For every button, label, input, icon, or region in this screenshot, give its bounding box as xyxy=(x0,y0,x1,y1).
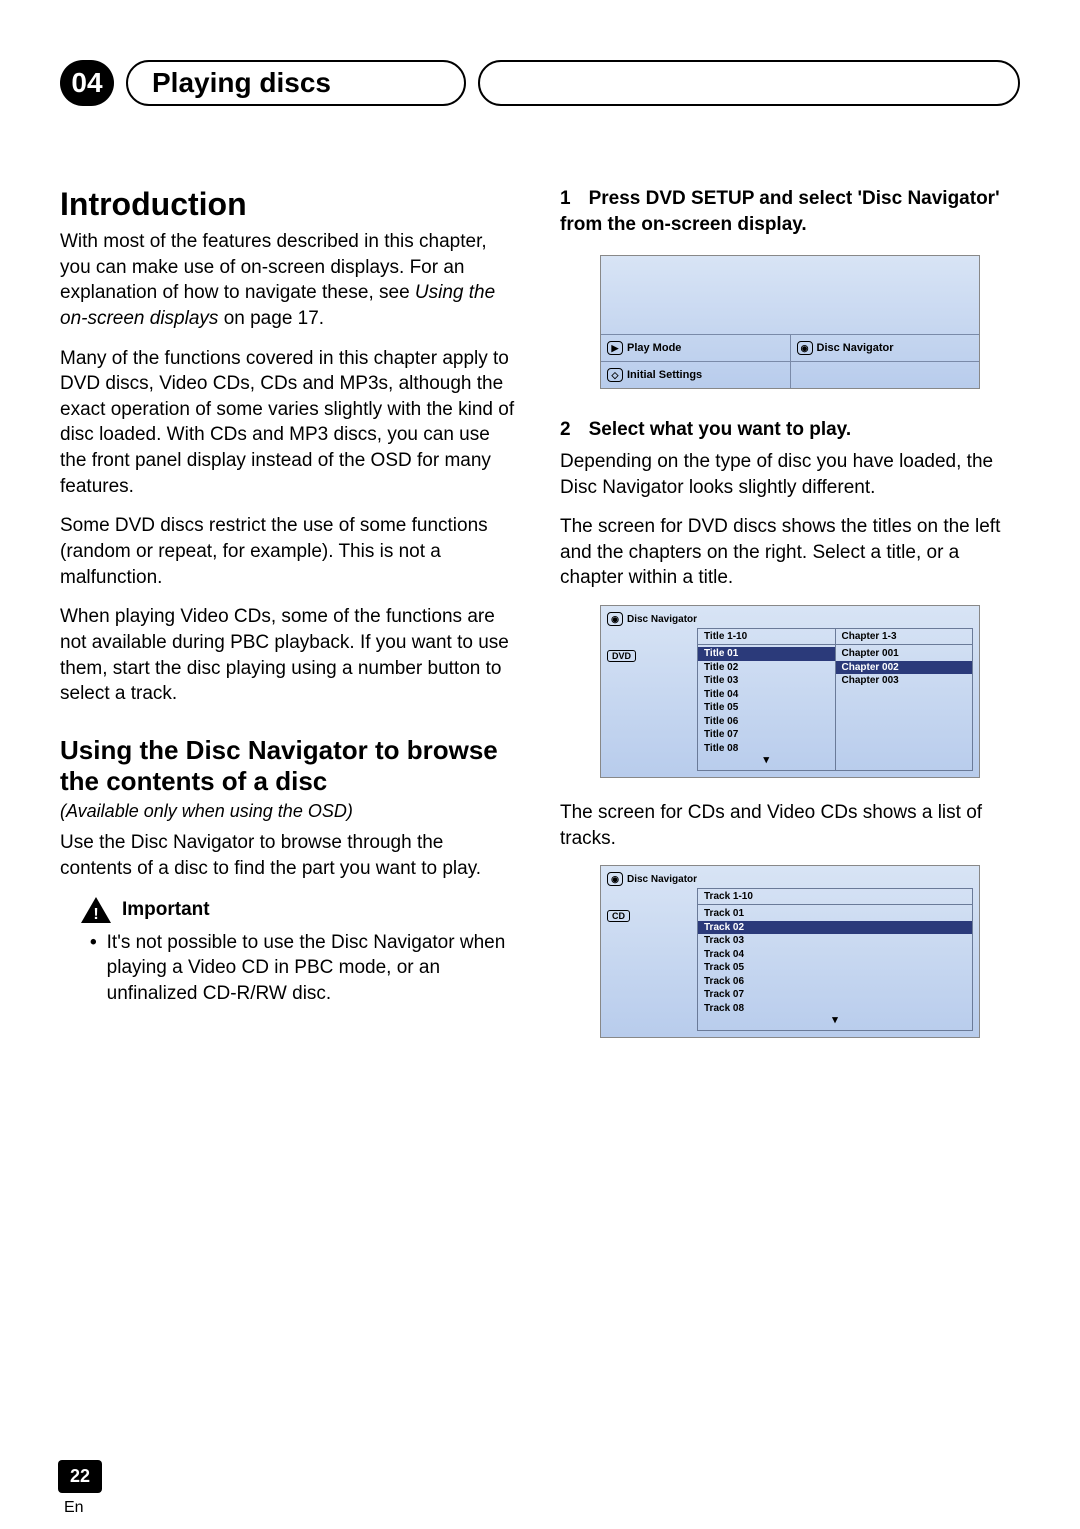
track-item: Track 04 xyxy=(698,948,972,962)
osd-cd-navigator: ◉ Disc Navigator CD Track 1-10 Track 01 T… xyxy=(600,865,980,1038)
osd-disc-nav-label: Disc Navigator xyxy=(817,342,894,354)
osd-play-mode-label: Play Mode xyxy=(627,342,681,354)
step-2-text: Select what you want to play. xyxy=(589,419,852,440)
title-list: Title 01 Title 02 Title 03 Title 04 Titl… xyxy=(698,645,835,770)
title-item: Title 03 xyxy=(698,674,835,688)
title-col-head: Title 1-10 xyxy=(698,629,835,645)
track-item: Track 07 xyxy=(698,988,972,1002)
page-header: 04 Playing discs xyxy=(60,60,1020,106)
chapter-item: Chapter 002 xyxy=(836,661,973,675)
step-1-heading: 1Press DVD SETUP and select 'Disc Naviga… xyxy=(560,186,1020,237)
step-2-p2: The screen for DVD discs shows the title… xyxy=(560,514,1020,591)
title-item: Title 04 xyxy=(698,688,835,702)
osd-empty-cell xyxy=(791,362,980,388)
track-item: Track 02 xyxy=(698,921,972,935)
page-language: En xyxy=(64,1499,84,1517)
title-item: Title 05 xyxy=(698,701,835,715)
step-2-p3: The screen for CDs and Video CDs shows a… xyxy=(560,800,1020,851)
track-col-head: Track 1-10 xyxy=(698,889,972,905)
intro-p3: Some DVD discs restrict the use of some … xyxy=(60,513,520,590)
chapter-list: Chapter 001 Chapter 002 Chapter 003 xyxy=(836,645,973,690)
osd-cd-title: Disc Navigator xyxy=(627,874,697,885)
chapter-number-badge: 04 xyxy=(60,60,114,106)
track-list: Track 01 Track 02 Track 03 Track 04 Trac… xyxy=(698,905,972,1030)
dvd-badge: DVD xyxy=(607,650,636,662)
cd-badge: CD xyxy=(607,910,630,922)
osd-initial-label: Initial Settings xyxy=(627,369,702,381)
osd-initial-settings: ◇ Initial Settings xyxy=(601,362,791,388)
header-spacer xyxy=(478,60,1020,106)
osd-setup-menu: ▶ Play Mode ◉ Disc Navigator ◇ Initial Sett… xyxy=(600,255,980,389)
intro-p4: When playing Video CDs, some of the func… xyxy=(60,604,520,707)
osd-only-note: (Available only when using the OSD) xyxy=(60,801,520,822)
down-arrow-icon: ▾ xyxy=(698,1015,972,1028)
down-arrow-icon: ▾ xyxy=(698,755,835,768)
disc-nav-icon: ◉ xyxy=(607,872,623,886)
chapter-col-head: Chapter 1-3 xyxy=(836,629,973,645)
osd-play-mode: ▶ Play Mode xyxy=(601,335,791,361)
intro-p2: Many of the functions covered in this ch… xyxy=(60,346,520,500)
play-mode-icon: ▶ xyxy=(607,341,623,355)
important-bullet-text: It's not possible to use the Disc Naviga… xyxy=(107,930,520,1007)
osd-disc-navigator: ◉ Disc Navigator xyxy=(791,335,980,361)
right-column: 1Press DVD SETUP and select 'Disc Naviga… xyxy=(560,186,1020,1060)
step-2-p1: Depending on the type of disc you have l… xyxy=(560,449,1020,500)
track-item: Track 03 xyxy=(698,934,972,948)
track-item: Track 01 xyxy=(698,907,972,921)
title-item: Title 08 xyxy=(698,742,835,756)
track-item: Track 06 xyxy=(698,975,972,989)
chapter-title: Playing discs xyxy=(126,60,466,106)
step-1-text: Press DVD SETUP and select 'Disc Navigat… xyxy=(560,188,1000,235)
osd-dvd-title: Disc Navigator xyxy=(627,614,697,625)
bullet-dot: • xyxy=(90,930,97,1007)
intro-heading: Introduction xyxy=(60,186,520,223)
step-2-num: 2 xyxy=(560,419,571,440)
chapter-item: Chapter 003 xyxy=(836,674,973,688)
important-bullet: • It's not possible to use the Disc Navi… xyxy=(90,930,520,1007)
intro-p1c: on page 17. xyxy=(218,308,324,329)
disc-nav-p: Use the Disc Navigator to browse through… xyxy=(60,830,520,881)
settings-icon: ◇ xyxy=(607,368,623,382)
disc-nav-heading: Using the Disc Navigator to browse the c… xyxy=(60,735,520,797)
title-item: Title 07 xyxy=(698,728,835,742)
important-callout: ! Important xyxy=(80,896,520,924)
step-1-num: 1 xyxy=(560,188,571,209)
left-column: Introduction With most of the features d… xyxy=(60,186,520,1060)
step-2-heading: 2 Select what you want to play. xyxy=(560,417,1020,443)
title-item: Title 02 xyxy=(698,661,835,675)
warning-icon: ! xyxy=(80,896,112,924)
title-item: Title 01 xyxy=(698,647,835,661)
title-item: Title 06 xyxy=(698,715,835,729)
intro-p1: With most of the features described in t… xyxy=(60,229,520,332)
track-item: Track 08 xyxy=(698,1002,972,1016)
important-label: Important xyxy=(122,899,210,921)
page-number: 22 xyxy=(58,1460,102,1493)
chapter-item: Chapter 001 xyxy=(836,647,973,661)
disc-nav-icon: ◉ xyxy=(797,341,813,355)
osd-dvd-navigator: ◉ Disc Navigator DVD Title 1-10 Title 01 … xyxy=(600,605,980,778)
disc-nav-icon: ◉ xyxy=(607,612,623,626)
track-item: Track 05 xyxy=(698,961,972,975)
svg-text:!: ! xyxy=(93,906,98,923)
